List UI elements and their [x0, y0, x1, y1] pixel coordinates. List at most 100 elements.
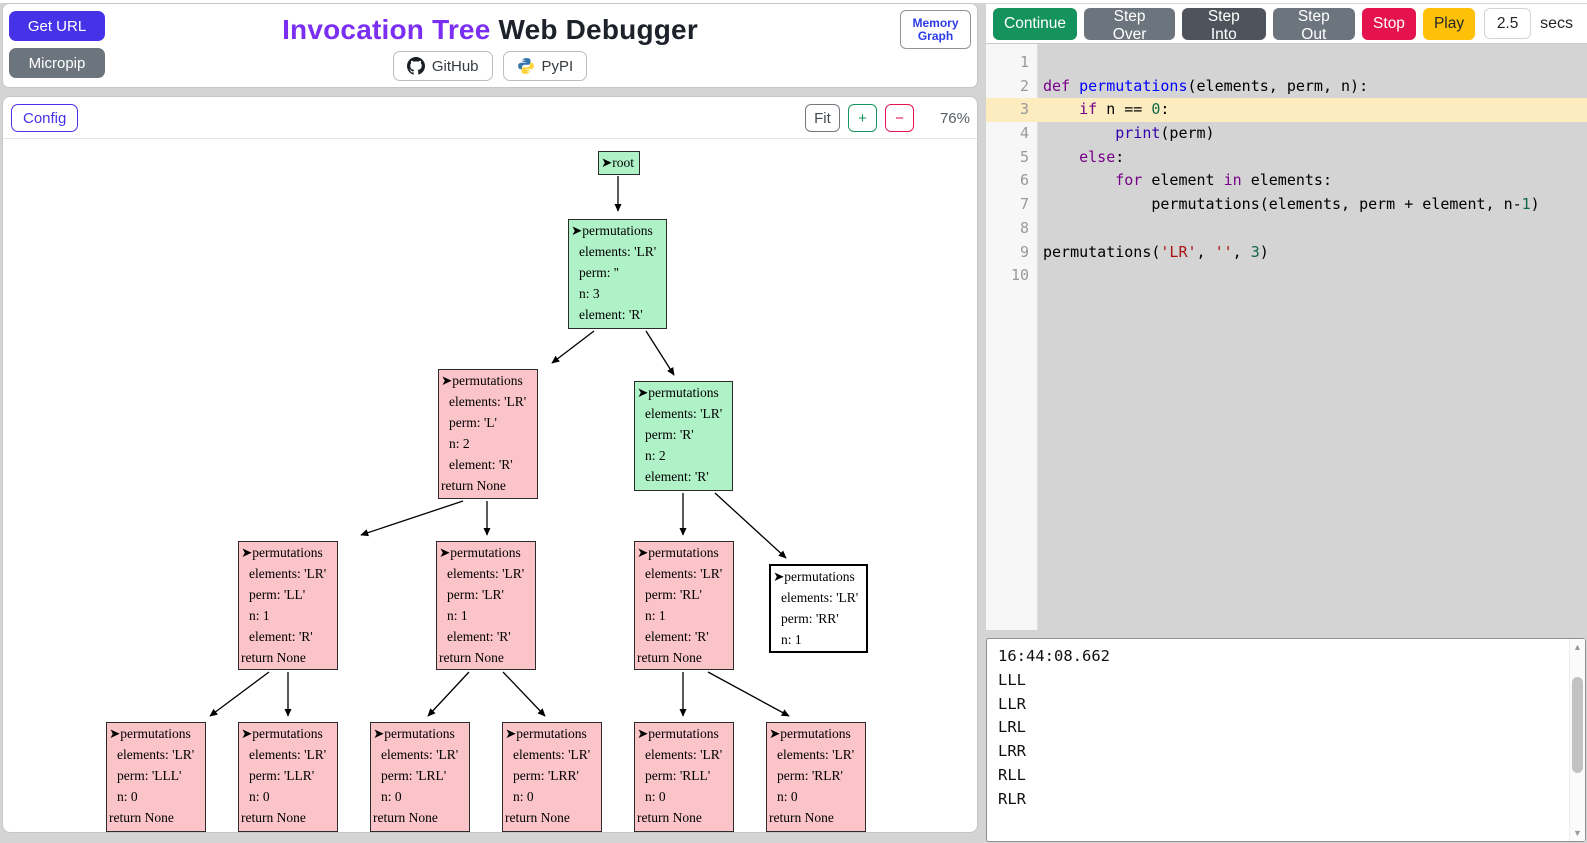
code-text: permutations(elements, perm + element, n… [1038, 193, 1587, 217]
code-line: 8 [986, 217, 1587, 241]
tree-node[interactable]: ➤permutationselements: 'LR'perm: 'R'n: 2… [634, 381, 733, 491]
tree-node-title: ➤permutations [441, 370, 535, 391]
tree-node[interactable]: ➤permutationselements: 'LR'perm: 'LR'n: … [436, 541, 536, 670]
tree-node-field: elements: 'LR' [373, 744, 467, 765]
github-label: GitHub [432, 58, 479, 75]
tree-node-title: ➤permutations [241, 542, 335, 563]
zoom-in-button[interactable]: + [848, 104, 877, 132]
tree-node-return: return None [769, 807, 863, 828]
tree-node-field: element: 'R' [439, 626, 533, 647]
header-panel: Get URL Micropip Invocation Tree Web Deb… [2, 3, 978, 88]
code-line: 7 permutations(elements, perm + element,… [986, 193, 1587, 217]
code-line: 6 for element in elements: [986, 169, 1587, 193]
delay-seconds-input[interactable] [1484, 8, 1531, 39]
zoom-controls: Fit + − 76% [805, 104, 972, 132]
code-text: if n == 0: [1038, 98, 1587, 122]
scrollbar-up-icon[interactable]: ▲ [1570, 642, 1585, 652]
pypi-button[interactable]: PyPI [503, 51, 588, 81]
tree-node-field: n: 0 [109, 786, 203, 807]
code-text: print(perm) [1038, 122, 1587, 146]
tree-node-field: elements: 'LR' [769, 744, 863, 765]
line-number: 7 [986, 193, 1038, 217]
memory-graph-label-2: Graph [918, 30, 953, 43]
tree-node-field: elements: 'LR' [441, 391, 535, 412]
code-text: def permutations(elements, perm, n): [1038, 75, 1587, 99]
tree-node-field: elements: 'LR' [637, 403, 730, 424]
tree-canvas[interactable]: ➤root ➤permutationselements: 'LR'perm: ''… [3, 139, 977, 833]
code-line: 2def permutations(elements, perm, n): [986, 75, 1587, 99]
line-number: 3 [986, 98, 1038, 122]
tree-node-current[interactable]: ➤permutationselements: 'LR'perm: 'RR'n: … [769, 564, 868, 653]
tree-node[interactable]: ➤permutationselements: 'LR'perm: 'LL'n: … [238, 541, 338, 670]
invocation-tree-panel: Config Fit + − 76% ➤root➤permutationsele… [2, 96, 978, 833]
tree-node[interactable]: ➤permutationselements: 'LR'perm: ''n: 3e… [568, 219, 667, 329]
memory-graph-button[interactable]: Memory Graph [900, 10, 971, 49]
tree-node-title: ➤permutations [109, 723, 203, 744]
zoom-out-button[interactable]: − [885, 104, 914, 132]
tree-node-return: return None [637, 647, 731, 668]
tree-node-field: perm: 'LLL' [109, 765, 203, 786]
tree-node[interactable]: ➤root [598, 151, 640, 175]
tree-node-field: perm: 'LL' [241, 584, 335, 605]
tree-node-field: perm: 'L' [441, 412, 535, 433]
tree-node-field: perm: 'LR' [439, 584, 533, 605]
console-line: 16:44:08.662 [998, 645, 1569, 669]
output-console: 16:44:08.662LLLLLRLRLLRRRLLRLR ▲ ▼ [986, 638, 1586, 842]
console-output[interactable]: 16:44:08.662LLLLLRLRLLRRRLLRLR [987, 639, 1569, 841]
tree-node[interactable]: ➤permutationselements: 'LR'perm: 'RLR'n:… [766, 722, 866, 832]
tree-node[interactable]: ➤permutationselements: 'LR'perm: 'RL'n: … [634, 541, 734, 670]
console-line: LLL [998, 669, 1569, 693]
tree-node-field: n: 2 [441, 433, 535, 454]
tree-node[interactable]: ➤permutationselements: 'LR'perm: 'LLL'n:… [106, 722, 206, 832]
step-over-button[interactable]: Step Over [1084, 8, 1175, 40]
line-number: 10 [986, 264, 1038, 288]
tree-node-title: ➤permutations [773, 566, 864, 587]
tree-node-field: perm: 'RL' [637, 584, 731, 605]
line-number: 8 [986, 217, 1038, 241]
code-text [1038, 51, 1587, 75]
code-line: 5 else: [986, 146, 1587, 170]
stop-button[interactable]: Stop [1362, 8, 1416, 40]
console-line: RLL [998, 764, 1569, 788]
tree-node-field: perm: 'RLL' [637, 765, 731, 786]
scrollbar-thumb[interactable] [1572, 677, 1583, 773]
scrollbar-down-icon[interactable]: ▼ [1570, 828, 1585, 838]
code-editor[interactable]: 12def permutations(elements, perm, n):3 … [986, 44, 1587, 630]
tree-node-return: return None [505, 807, 599, 828]
delay-unit-label: secs [1540, 15, 1573, 33]
console-line: LRR [998, 740, 1569, 764]
tree-node-title: ➤permutations [439, 542, 533, 563]
config-button[interactable]: Config [11, 104, 78, 132]
tree-node[interactable]: ➤permutationselements: 'LR'perm: 'RLL'n:… [634, 722, 734, 832]
tree-node[interactable]: ➤permutationselements: 'LR'perm: 'LRR'n:… [502, 722, 602, 832]
line-number: 4 [986, 122, 1038, 146]
page-title-rest: Web Debugger [490, 14, 697, 45]
tree-toolbar: Config Fit + − 76% [3, 97, 977, 139]
code-line: 9permutations('LR', '', 3) [986, 241, 1587, 265]
tree-node[interactable]: ➤permutationselements: 'LR'perm: 'LLR'n:… [238, 722, 338, 832]
page-title: Invocation Tree Web Debugger [3, 14, 977, 46]
tree-node[interactable]: ➤permutationselements: 'LR'perm: 'LRL'n:… [370, 722, 470, 832]
tree-node-title: ➤permutations [241, 723, 335, 744]
github-button[interactable]: GitHub [393, 51, 493, 81]
tree-node-field: elements: 'LR' [439, 563, 533, 584]
step-out-button[interactable]: Step Out [1273, 8, 1356, 40]
tree-node-field: n: 3 [571, 283, 664, 304]
code-text: else: [1038, 146, 1587, 170]
tree-node-field: element: 'R' [637, 466, 730, 487]
tree-node-field: element: 'R' [571, 304, 664, 325]
tree-node-field: n: 0 [241, 786, 335, 807]
tree-node-title: ➤root [601, 152, 637, 173]
step-into-button[interactable]: Step Into [1182, 8, 1265, 40]
continue-button[interactable]: Continue [993, 8, 1077, 40]
console-scrollbar[interactable]: ▲ ▼ [1569, 639, 1585, 841]
tree-node-field: n: 1 [241, 605, 335, 626]
fit-button[interactable]: Fit [805, 104, 840, 132]
tree-node[interactable]: ➤permutationselements: 'LR'perm: 'L'n: 2… [438, 369, 538, 499]
code-line: 3 if n == 0: [986, 98, 1587, 122]
debug-toolbar: Continue Step Over Step Into Step Out St… [986, 3, 1587, 44]
console-line: LRL [998, 716, 1569, 740]
play-button[interactable]: Play [1423, 8, 1475, 40]
tree-node-field: perm: 'RLR' [769, 765, 863, 786]
tree-node-field: n: 1 [637, 605, 731, 626]
